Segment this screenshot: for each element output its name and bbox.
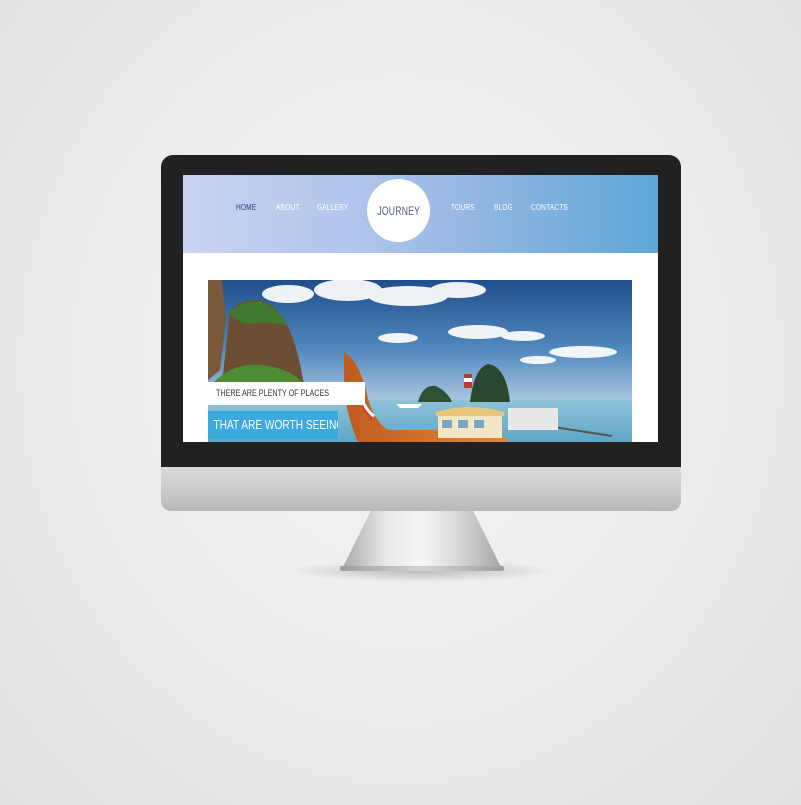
nav-home[interactable]: HOME: [236, 203, 256, 212]
hero-banner: THERE ARE PLENTY OF PLACES THAT ARE WORT…: [208, 280, 632, 442]
monitor-screen: HOME ABOUT GALLERY JOURNEY TOURS BLOG CO…: [183, 175, 658, 442]
monitor-chin: [161, 466, 681, 511]
site-header: HOME ABOUT GALLERY JOURNEY TOURS BLOG CO…: [183, 175, 658, 253]
nav-gallery[interactable]: GALLERY: [317, 203, 348, 212]
site-logo[interactable]: JOURNEY: [367, 179, 430, 242]
hero-caption-small: THERE ARE PLENTY OF PLACES: [208, 382, 366, 405]
logo-text: JOURNEY: [377, 203, 420, 218]
monitor-stand: [342, 511, 502, 569]
nav-contacts[interactable]: CONTACTS: [531, 203, 568, 212]
nav-tours[interactable]: TOURS: [451, 203, 475, 212]
nav-about[interactable]: ABOUT: [276, 203, 299, 212]
monitor-stand-base: [340, 566, 504, 571]
hero-caption-large: THAT ARE WORTH SEEING: [208, 411, 338, 439]
nav-blog[interactable]: BLOG: [494, 203, 513, 212]
